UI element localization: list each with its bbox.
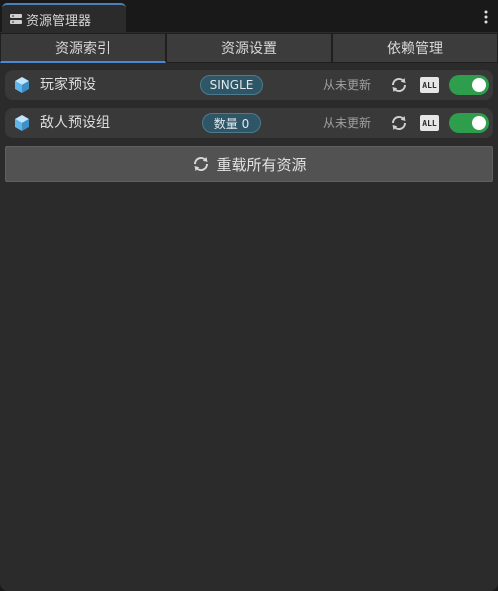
refresh-icon[interactable] [389,113,409,133]
asset-type-badge[interactable]: SINGLE [200,75,263,95]
enable-toggle[interactable] [449,113,489,133]
more-vertical-icon[interactable] [482,9,490,25]
reload-button-label: 重载所有资源 [216,155,307,174]
asset-name: 玩家预设 [40,77,96,93]
refresh-icon[interactable] [389,75,409,95]
cube-icon [15,77,29,93]
asset-manager-window: 资源管理器 资源索引 资源设置 依赖管理 玩家预设 SINGLE 从未更新 AL… [0,0,498,591]
window-title-tab[interactable]: 资源管理器 [2,3,126,33]
toggle-knob [472,116,486,130]
toggle-knob [472,78,486,92]
window-title: 资源管理器 [26,13,92,29]
update-status: 从未更新 [323,116,372,130]
asset-count-badge[interactable]: 数量 0 [202,113,261,133]
asset-row-enemy-preset-group[interactable]: 敌人预设组 数量 0 从未更新 ALL [5,108,493,138]
asset-row-player-preset[interactable]: 玩家预设 SINGLE 从未更新 ALL [5,70,493,100]
tab-bar: 资源索引 资源设置 依赖管理 [0,33,498,63]
reload-all-assets-button[interactable]: 重载所有资源 [5,146,493,182]
all-badge[interactable]: ALL [420,115,439,131]
tab-asset-index[interactable]: 资源索引 [0,33,166,63]
cube-icon [15,115,29,131]
database-icon [10,14,22,24]
enable-toggle[interactable] [449,75,489,95]
asset-name: 敌人预设组 [40,115,110,131]
tab-dependency-management[interactable]: 依赖管理 [332,33,498,63]
update-status: 从未更新 [323,78,372,92]
all-badge[interactable]: ALL [420,77,439,93]
refresh-icon [194,156,209,172]
tab-asset-settings[interactable]: 资源设置 [166,33,332,63]
